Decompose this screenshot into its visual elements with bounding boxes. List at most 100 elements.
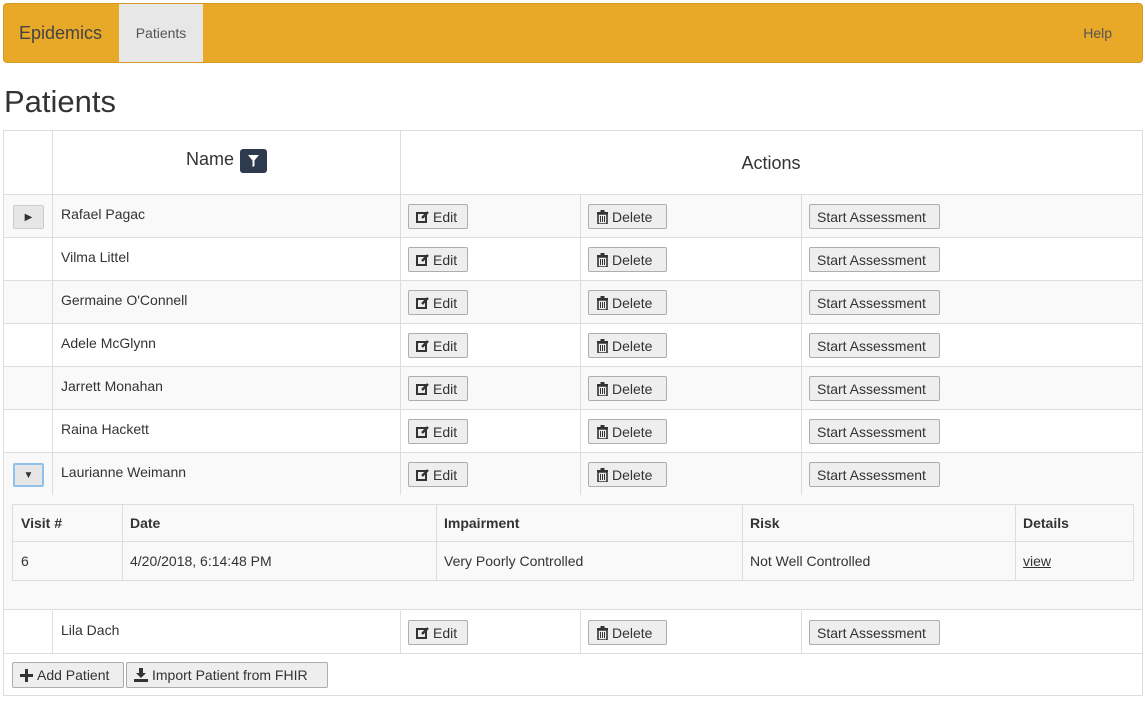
add-patient-button[interactable]: Add Patient [12,662,124,688]
edit-button[interactable]: Edit [408,620,468,645]
trash-icon [597,252,608,267]
nav-help-link[interactable]: Help [1083,4,1112,62]
trash-icon [597,381,608,396]
edit-button[interactable]: Edit [408,462,468,487]
edit-button[interactable]: Edit [408,290,468,315]
delete-label: Delete [612,380,653,397]
delete-button[interactable]: Delete [588,462,667,487]
edit-button[interactable]: Edit [408,247,468,272]
divider [52,453,53,496]
caret-right-icon: ▶ [24,211,33,223]
divider [580,238,581,281]
patient-name: Germaine O'Connell [61,292,188,308]
edit-button[interactable]: Edit [408,419,468,444]
divider [400,324,401,367]
edit-icon [416,626,429,639]
table-row: ▼ Laurianne Weimann Edit Delete Start As… [4,453,1142,496]
divider [801,410,802,453]
delete-button[interactable]: Delete [588,204,667,229]
edit-icon [416,425,429,438]
divider [580,410,581,453]
edit-label: Edit [433,337,458,354]
divider [400,453,401,496]
start-assessment-button[interactable]: Start Assessment [809,620,940,645]
delete-label: Delete [612,208,653,225]
divider [400,195,401,238]
divider [436,505,437,580]
edit-button[interactable]: Edit [408,333,468,358]
divider [52,367,53,410]
impairment-header: Impairment [444,515,520,531]
divider [580,324,581,367]
table-row: Vilma Littel Edit Delete Start Assessmen… [4,238,1142,281]
delete-label: Delete [612,251,653,268]
edit-button[interactable]: Edit [408,204,468,229]
edit-icon [416,296,429,309]
edit-label: Edit [433,251,458,268]
edit-label: Edit [433,466,458,483]
edit-icon [416,253,429,266]
start-assessment-button[interactable]: Start Assessment [809,333,940,358]
divider [801,281,802,324]
patient-name: Laurianne Weimann [61,464,187,480]
delete-button[interactable]: Delete [588,620,667,645]
patient-name: Adele McGlynn [61,335,156,351]
visit-number: 6 [21,553,29,569]
start-assessment-button[interactable]: Start Assessment [809,419,940,444]
delete-button[interactable]: Delete [588,376,667,401]
details-header: Details [1023,515,1069,531]
divider [801,324,802,367]
divider [52,281,53,324]
visit-risk: Not Well Controlled [750,553,871,569]
divider [742,505,743,580]
import-fhir-button[interactable]: Import Patient from FHIR [126,662,328,688]
visit-date: 4/20/2018, 6:14:48 PM [130,553,272,569]
start-assessment-button[interactable]: Start Assessment [809,290,940,315]
table-row: ▶ Rafael Pagac Edit Delete Start Assessm… [4,195,1142,238]
view-details-link[interactable]: view [1023,553,1051,569]
table-header: Name Actions [4,131,1142,195]
navbar: Epidemics Patients Help [3,3,1143,63]
plus-icon [20,668,33,682]
import-fhir-label: Import Patient from FHIR [152,667,308,683]
start-assessment-button[interactable]: Start Assessment [809,247,940,272]
start-assessment-button[interactable]: Start Assessment [809,376,940,401]
visit-row: 6 4/20/2018, 6:14:48 PM Very Poorly Cont… [13,542,1133,580]
table-row: Germaine O'Connell Edit Delete Start Ass… [4,281,1142,324]
trash-icon [597,295,608,310]
start-assessment-button[interactable]: Start Assessment [809,462,940,487]
delete-button[interactable]: Delete [588,333,667,358]
table-row: Jarrett Monahan Edit Delete Start Assess… [4,367,1142,410]
divider [580,195,581,238]
divider [400,238,401,281]
delete-label: Delete [612,337,653,354]
patient-name: Lila Dach [61,622,120,638]
collapse-row-button[interactable]: ▼ [13,463,44,487]
delete-button[interactable]: Delete [588,290,667,315]
delete-button[interactable]: Delete [588,247,667,272]
edit-icon [416,468,429,481]
start-assessment-button[interactable]: Start Assessment [809,204,940,229]
risk-header: Risk [750,515,780,531]
delete-label: Delete [612,423,653,440]
download-icon [134,668,148,682]
nav-tab-patients[interactable]: Patients [119,4,203,62]
expand-row-button[interactable]: ▶ [13,205,44,229]
patients-table: Name Actions ▶ Rafael Pagac Edit Delete … [3,130,1143,696]
filter-icon[interactable] [240,149,267,173]
brand-link[interactable]: Epidemics [19,4,102,62]
delete-button[interactable]: Delete [588,419,667,444]
visit-impairment: Very Poorly Controlled [444,553,584,569]
divider [400,367,401,410]
edit-label: Edit [433,380,458,397]
trash-icon [597,338,608,353]
divider [801,238,802,281]
trash-icon [597,209,608,224]
edit-icon [416,210,429,223]
divider [801,195,802,238]
page-title: Patients [4,84,117,119]
edit-label: Edit [433,294,458,311]
edit-button[interactable]: Edit [408,376,468,401]
divider [580,367,581,410]
visits-table-header: Visit # Date Impairment Risk Details [13,505,1133,542]
